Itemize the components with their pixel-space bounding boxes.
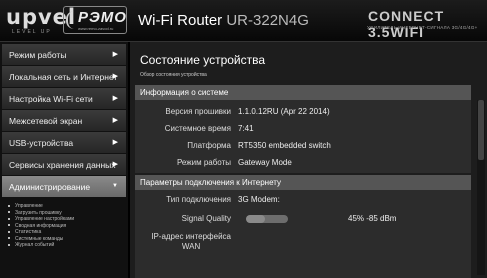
sidebar-item-administration[interactable]: Администрирование ▼ — [2, 176, 126, 197]
connection-params-header: Параметры подключения к Интернету — [135, 175, 471, 190]
chevron-right-icon: ▶ — [112, 95, 118, 102]
remo-logo-mark-icon — [66, 11, 78, 29]
system-info-header: Информация о системе — [135, 85, 471, 100]
sidebar-item-wifi-setup[interactable]: Настройка Wi-Fi сети ▶ — [2, 88, 126, 109]
row-value: 1.1.0.12RU (Apr 22 2014) — [238, 107, 330, 116]
signal-quality-fill — [246, 215, 265, 223]
row-label: Версия прошивки — [165, 107, 231, 116]
sidebar-item-label: Настройка Wi-Fi сети — [9, 94, 93, 104]
signal-quality-bar — [246, 215, 288, 223]
row-value: 7:41 — [238, 124, 254, 133]
chevron-down-icon: ▼ — [112, 183, 118, 189]
admin-submenu: Управление Загрузить прошивку Управление… — [0, 198, 128, 249]
row-label: IP-адрес интерфейса WAN — [151, 232, 231, 251]
table-row: Платформа RT5350 embedded switch — [135, 141, 471, 153]
bullet-icon — [8, 217, 10, 220]
bullet-icon — [8, 204, 10, 207]
chevron-right-icon: ▶ — [112, 161, 118, 168]
content-scrollbar[interactable] — [477, 100, 485, 275]
sidebar-item-label: Режим работы — [9, 50, 67, 60]
page-title: Состояние устройства — [140, 53, 266, 67]
table-row: Системное время 7:41 — [135, 124, 471, 136]
row-value: 3G Modem: — [238, 195, 280, 204]
sidebar-item-label: USB-устройства — [9, 138, 74, 148]
table-row: Режим работы Gateway Mode — [135, 158, 471, 170]
row-label: Режим работы — [176, 158, 231, 167]
chevron-right-icon: ▶ — [112, 73, 118, 80]
sidebar-item-usb-devices[interactable]: USB-устройства ▶ — [2, 132, 126, 153]
chevron-right-icon: ▶ — [112, 51, 118, 58]
sidebar-item-operation-mode[interactable]: Режим работы ▶ — [2, 44, 126, 65]
table-row: IP-адрес интерфейса WAN — [135, 232, 471, 256]
table-row: Signal Quality 45% -85 dBm — [135, 214, 471, 226]
remo-logo: РЭМО www.remo-zavod.ru — [63, 6, 127, 34]
bullet-icon — [8, 243, 10, 246]
sidebar-item-storage-services[interactable]: Сервисы хранения данных ▶ — [2, 154, 126, 175]
upvel-logo-tagline: LEVEL UP — [12, 29, 52, 35]
sidebar-item-firewall[interactable]: Межсетевой экран ▶ — [2, 110, 126, 131]
remo-logo-url: www.remo-zavod.ru — [78, 26, 114, 31]
submenu-item-event-log[interactable]: Журнал событий — [8, 242, 128, 249]
connect-brand: CONNECT 3.5WIFI — [368, 8, 445, 40]
sidebar-item-label: Локальная сеть и Интернет — [9, 72, 118, 82]
row-value: RT5350 embedded switch — [238, 141, 331, 150]
product-model: UR-322N4G — [226, 12, 309, 29]
chevron-right-icon: ▶ — [112, 117, 118, 124]
row-label: Системное время — [164, 124, 231, 133]
bullet-icon — [8, 237, 10, 240]
row-value: Gateway Mode — [238, 158, 292, 167]
table-row: Тип подключения 3G Modem: — [135, 195, 471, 207]
sidebar-nav: Режим работы ▶ Локальная сеть и Интернет… — [0, 42, 128, 278]
chevron-right-icon: ▶ — [112, 139, 118, 146]
header-bar: upvel LEVEL UP РЭМО www.remo-zavod.ru Wi… — [0, 0, 487, 42]
page-subtitle: Обзор состояния устройства — [140, 72, 207, 78]
bullet-icon — [8, 224, 10, 227]
table-row: Версия прошивки 1.1.0.12RU (Apr 22 2014) — [135, 107, 471, 119]
bullet-icon — [8, 230, 10, 233]
scrollbar-thumb[interactable] — [478, 100, 484, 160]
product-title: Wi-Fi Router UR-322N4G — [138, 12, 309, 29]
main-content: Состояние устройства Обзор состояния уст… — [130, 42, 487, 278]
row-label: Тип подключения — [166, 195, 231, 204]
connect-tagline: УСИЛИТЕЛЬ ИНТЕРНЕТ-СИГНАЛА 3G/4G/4G+ — [367, 25, 478, 30]
bullet-icon — [8, 211, 10, 214]
signal-quality-value: 45% -85 dBm — [348, 214, 397, 223]
system-info-table: Версия прошивки 1.1.0.12RU (Apr 22 2014)… — [135, 100, 471, 173]
sidebar-item-label: Администрирование — [9, 182, 91, 192]
sidebar-item-lan-internet[interactable]: Локальная сеть и Интернет ▶ — [2, 66, 126, 87]
connection-params-table: Тип подключения 3G Modem: Signal Quality… — [135, 190, 471, 278]
row-label: Платформа — [187, 141, 231, 150]
remo-logo-text: РЭМО — [78, 9, 127, 26]
sidebar-item-label: Межсетевой экран — [9, 116, 83, 126]
sidebar-item-label: Сервисы хранения данных — [9, 160, 116, 170]
row-label: Signal Quality — [181, 214, 231, 223]
product-name: Wi-Fi Router — [138, 12, 223, 29]
